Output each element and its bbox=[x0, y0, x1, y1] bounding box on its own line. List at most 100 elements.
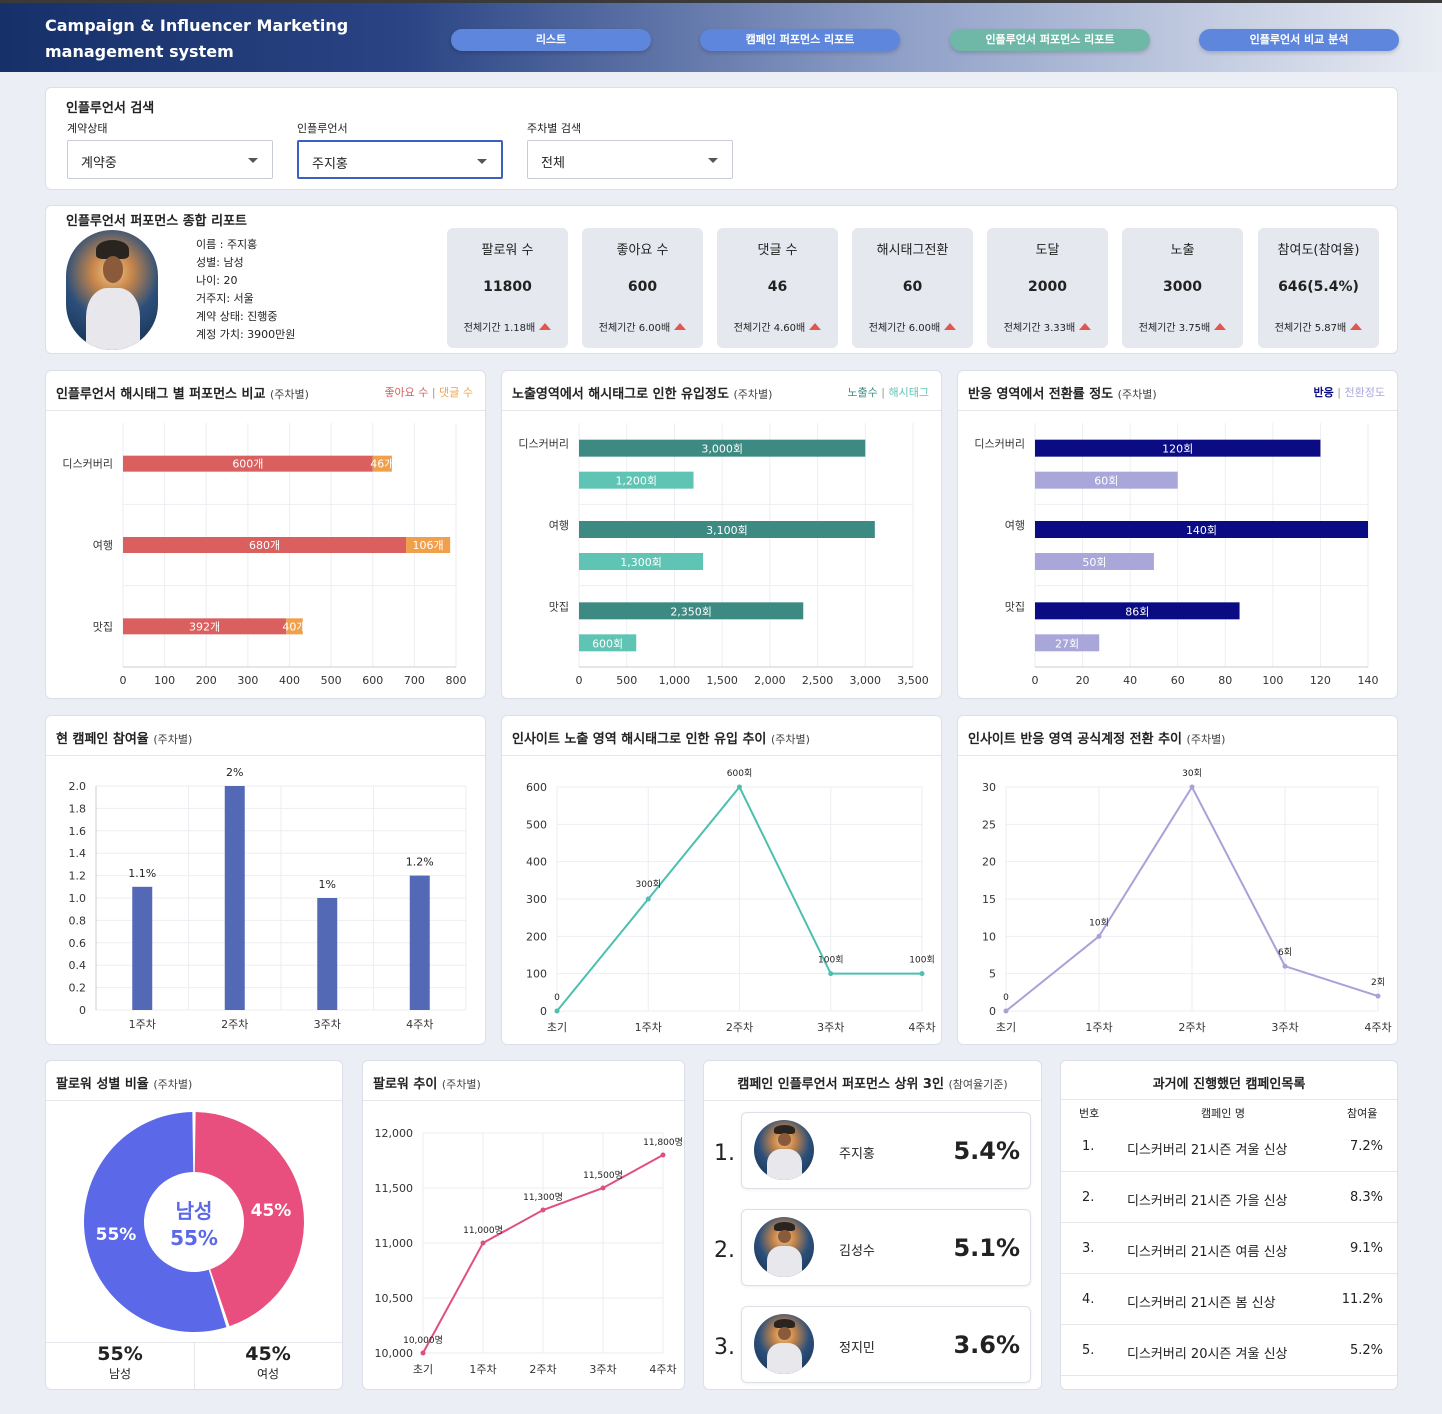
data-point bbox=[828, 971, 834, 977]
x-tick-label: 1주차 bbox=[1085, 1021, 1112, 1034]
data-label: 50회 bbox=[1082, 556, 1106, 569]
data-label: 3,100회 bbox=[706, 524, 748, 537]
male-summary: 55% 남성 bbox=[46, 1343, 194, 1382]
y-tick-label: 맛집 bbox=[93, 620, 113, 633]
x-tick-label: 0 bbox=[1032, 674, 1039, 687]
hashtag-performance-panel: 인플루언서 해시태그 별 퍼포먼스 비교 (주차별) 좋아요 수 | 댓글 수 … bbox=[45, 370, 486, 699]
x-tick-label: 1주차 bbox=[469, 1363, 496, 1376]
y-tick-label: 0.8 bbox=[69, 914, 87, 927]
nav-influencer-report-button[interactable]: 인플루언서 퍼포먼스 리포트 bbox=[950, 29, 1150, 51]
x-tick-label: 2,000 bbox=[754, 674, 786, 687]
gender-panel: 팔로워 성별 비율 (주차별) 남성 55% 55% 45% 55% 남성 45% 여… bbox=[45, 1060, 343, 1390]
data-label: 2,350회 bbox=[670, 605, 712, 618]
y-tick-label: 500 bbox=[526, 818, 547, 831]
gender-donut-chart: 남성 55% 55% 45% bbox=[83, 1112, 304, 1332]
campaign-name: 디스커버리 21시즌 가을 신상 bbox=[1127, 1194, 1288, 1209]
top3-name: 김성수 bbox=[839, 1244, 875, 1259]
x-tick-label: 800 bbox=[446, 674, 467, 687]
chevron-down-icon bbox=[248, 158, 258, 163]
hashtag-bar-chart: 0 100 200 300 400 500 600 700 800 디스커버리 600개 46개여행 6… bbox=[62, 423, 467, 687]
top3-value: 5.4% bbox=[953, 1137, 1020, 1165]
legend-likes: 좋아요 수 bbox=[384, 386, 429, 399]
data-point bbox=[660, 1152, 666, 1158]
x-tick-label: 4주차 bbox=[649, 1363, 676, 1376]
top3-value: 3.6% bbox=[953, 1331, 1020, 1359]
top3-row: 2. 김성수 5.1% bbox=[704, 1204, 1041, 1300]
x-tick-label: 1주차 bbox=[635, 1021, 662, 1034]
x-tick-label: 1,500 bbox=[706, 674, 738, 687]
week-search-select[interactable]: 전체 bbox=[527, 140, 733, 179]
col-number: 번호 bbox=[1079, 1107, 1100, 1120]
profile-name: 이름 : 주지홍 bbox=[196, 238, 258, 251]
insight-reaction-line-chart: 302520151050초기 1주차 2주차 3주차 4주차010회30회6회2회 bbox=[982, 768, 1392, 1034]
top3-card[interactable]: 정지민 3.6% bbox=[741, 1306, 1031, 1383]
x-tick-label: 초기 bbox=[413, 1363, 433, 1376]
x-tick-label: 500 bbox=[321, 674, 342, 687]
y-tick-label: 여행 bbox=[1005, 519, 1025, 532]
campaign-row[interactable]: 1. 디스커버리 21시즌 겨울 신상 7.2% bbox=[1061, 1121, 1397, 1172]
campaign-row[interactable]: 3. 디스커버리 21시즌 여름 신상 9.1% bbox=[1061, 1223, 1397, 1274]
data-point bbox=[1096, 933, 1102, 939]
top3-card[interactable]: 김성수 5.1% bbox=[741, 1209, 1031, 1286]
top3-name: 주지홍 bbox=[839, 1147, 875, 1162]
y-tick-label: 300 bbox=[526, 893, 547, 906]
campaign-rate: 9.1% bbox=[1349, 1241, 1383, 1256]
kpi-value: 11800 bbox=[483, 279, 532, 295]
kpi-card: 팔로워 수 11800 전체기간 1.18배 bbox=[447, 228, 568, 348]
contract-status-select[interactable]: 계약중 bbox=[67, 140, 273, 179]
y-tick-label: 100 bbox=[526, 968, 547, 981]
kpi-card: 노출 3000 전체기간 3.75배 bbox=[1122, 228, 1243, 348]
kpi-value: 60 bbox=[902, 279, 923, 295]
campaign-row[interactable]: 5. 디스커버리 20시즌 겨울 신상 5.2% bbox=[1061, 1325, 1397, 1376]
nav-influencer-compare-button[interactable]: 인플루언서 비교 분석 bbox=[1199, 29, 1399, 51]
x-tick-label: 80 bbox=[1218, 674, 1232, 687]
campaign-row[interactable]: 2. 디스커버리 21시즌 가을 신상 8.3% bbox=[1061, 1172, 1397, 1223]
followers-line-chart: 12,000 11,500 11,000 10,500 10,000 초기 1주차 2주차 3주… bbox=[375, 1127, 683, 1376]
data-label: 1,300회 bbox=[620, 556, 662, 569]
data-label: 11,300명 bbox=[523, 1192, 563, 1203]
kpi-label: 노출 bbox=[1170, 243, 1195, 258]
contract-status-value: 계약중 bbox=[81, 156, 117, 171]
reaction-bar-chart: 0 20 40 60 80 100 120 140 디스커버리 120회 60회여행 140회 50회맛… bbox=[974, 423, 1379, 687]
data-label: 140회 bbox=[1186, 524, 1217, 537]
kpi-label: 댓글 수 bbox=[757, 243, 798, 258]
exposure-chart-title: 노출영역에서 해시태그로 인한 유입정도 (주차별) bbox=[512, 387, 773, 402]
top3-title: 캠페인 인플루언서 퍼포먼스 상위 3인 (참여율기준) bbox=[737, 1077, 1008, 1092]
top3-card[interactable]: 주지홍 5.4% bbox=[741, 1112, 1031, 1189]
x-tick-label: 3,000 bbox=[850, 674, 882, 687]
x-tick-label: 600 bbox=[362, 674, 383, 687]
y-tick-label: 600 bbox=[526, 781, 547, 794]
influencer-select[interactable]: 주지홍 bbox=[297, 140, 503, 179]
campaign-row[interactable]: 4. 디스커버리 21시즌 봄 신상 11.2% bbox=[1061, 1274, 1397, 1325]
y-tick-label: 0 bbox=[79, 1004, 86, 1017]
x-tick-label: 2주차 bbox=[726, 1021, 753, 1034]
y-tick-label: 디스커버리 bbox=[974, 438, 1025, 451]
x-tick-label: 2주차 bbox=[1178, 1021, 1205, 1034]
data-label: 3,000회 bbox=[701, 443, 743, 456]
nav-campaign-report-button[interactable]: 캠페인 퍼포먼스 리포트 bbox=[700, 29, 900, 51]
y-tick-label: 15 bbox=[982, 893, 996, 906]
insight-exposure-line-chart: 6005004003002001000초기 1주차 2주차 3주차 4주차0300회60… bbox=[526, 768, 936, 1034]
bar bbox=[409, 875, 430, 1010]
trend-up-icon bbox=[944, 323, 957, 330]
avatar bbox=[754, 1314, 814, 1374]
x-tick-label: 1주차 bbox=[129, 1018, 156, 1031]
campaign-number: 3. bbox=[1082, 1241, 1095, 1256]
bar bbox=[132, 886, 153, 1010]
legend-conversion: 전환정도 bbox=[1344, 386, 1385, 399]
past-campaigns-panel: 과거에 진행했던 캠페인목록 번호 캠페인 명 참여율 1. 디스커버리 21시즌… bbox=[1060, 1060, 1398, 1390]
x-tick-label: 100 bbox=[154, 674, 175, 687]
kpi-value: 2000 bbox=[1028, 279, 1067, 295]
data-label: 11,500명 bbox=[583, 1170, 623, 1181]
kpi-sub: 전체기간 3.75배 bbox=[1122, 319, 1243, 334]
campaign-name: 디스커버리 21시즌 여름 신상 bbox=[1127, 1245, 1288, 1260]
legend-hashtag: 해시태그 bbox=[888, 386, 929, 399]
female-value: 45% bbox=[245, 1343, 291, 1365]
legend-comments: 댓글 수 bbox=[439, 386, 473, 399]
week-search-value: 전체 bbox=[541, 156, 565, 171]
nav-list-button[interactable]: 리스트 bbox=[451, 29, 651, 51]
data-label: 1.1% bbox=[128, 867, 156, 880]
exposure-bar-chart: 0 500 1,000 1,500 2,000 2,500 3,000 3,500 디스커버리 3… bbox=[518, 423, 929, 687]
bar bbox=[224, 786, 245, 1010]
y-tick-label: 여행 bbox=[93, 539, 113, 552]
